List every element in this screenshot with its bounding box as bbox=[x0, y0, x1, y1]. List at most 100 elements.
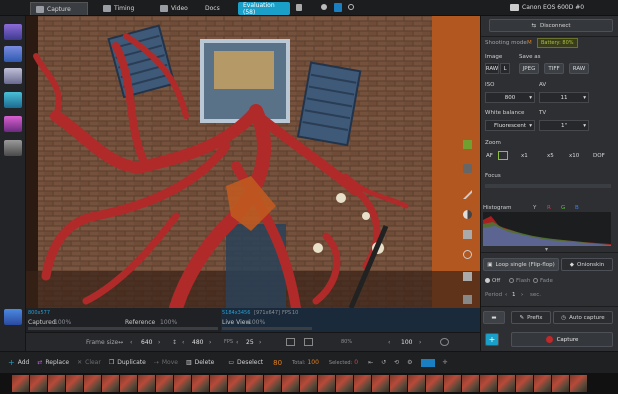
help-icon[interactable] bbox=[348, 4, 354, 10]
book-tool-icon[interactable] bbox=[4, 309, 22, 325]
film-thumbnail[interactable] bbox=[300, 375, 317, 392]
tab-capture[interactable]: Capture bbox=[30, 2, 88, 15]
film-thumbnail[interactable] bbox=[354, 375, 371, 392]
film-thumbnail[interactable] bbox=[102, 375, 119, 392]
hist-r-option[interactable]: R bbox=[547, 205, 551, 211]
chroma-tool-icon[interactable] bbox=[4, 116, 22, 132]
height-increase-icon[interactable]: › bbox=[209, 339, 211, 346]
trash-icon[interactable] bbox=[463, 295, 472, 304]
tab-video[interactable]: Video bbox=[155, 2, 203, 15]
contrast-icon[interactable] bbox=[463, 210, 472, 219]
loop-icon[interactable]: ⟲ bbox=[394, 359, 399, 366]
off-radio[interactable] bbox=[485, 278, 490, 283]
film-thumbnail[interactable] bbox=[336, 375, 353, 392]
bluetooth-icon[interactable] bbox=[334, 3, 342, 12]
film-thumbnail[interactable] bbox=[444, 375, 461, 392]
film-thumbnail[interactable] bbox=[516, 375, 533, 392]
film-thumbnail[interactable] bbox=[210, 375, 227, 392]
grid-icon[interactable] bbox=[463, 164, 472, 173]
zoom-value[interactable]: 100 bbox=[401, 339, 412, 346]
film-thumbnail[interactable] bbox=[264, 375, 281, 392]
save-raw-button[interactable]: RAW bbox=[569, 63, 589, 74]
white-balance-select[interactable]: Fluorescent ▾ bbox=[485, 120, 535, 131]
hist-y-option[interactable]: Y bbox=[533, 205, 536, 211]
film-thumbnail[interactable] bbox=[48, 375, 65, 392]
period-decrease-icon[interactable]: ‹ bbox=[505, 292, 507, 298]
height-decrease-icon[interactable]: ‹ bbox=[182, 339, 184, 346]
film-thumbnail[interactable] bbox=[84, 375, 101, 392]
film-thumbnail[interactable] bbox=[30, 375, 47, 392]
delete-button[interactable]: ▥ Delete bbox=[186, 359, 214, 366]
frame-height-value[interactable]: 480 bbox=[192, 339, 203, 346]
film-thumbnail[interactable] bbox=[498, 375, 515, 392]
film-thumbnail[interactable] bbox=[534, 375, 551, 392]
tv-select[interactable]: 1" ▾ bbox=[539, 120, 589, 131]
zoom-x1-button[interactable]: x1 bbox=[521, 153, 528, 159]
save-jpeg-button[interactable]: JPEG bbox=[519, 63, 539, 74]
width-decrease-icon[interactable]: ‹ bbox=[130, 339, 132, 346]
hist-g-option[interactable]: G bbox=[561, 205, 565, 211]
film-thumbnail[interactable] bbox=[246, 375, 263, 392]
film-thumbnail[interactable] bbox=[138, 375, 155, 392]
live-view-image[interactable] bbox=[26, 16, 480, 308]
frame-width-value[interactable]: 640 bbox=[141, 339, 152, 346]
levels-icon[interactable] bbox=[463, 230, 472, 239]
scissors-icon[interactable] bbox=[463, 272, 472, 281]
zoom-decrease-icon[interactable]: ‹ bbox=[388, 339, 390, 346]
zoom-frame-icon[interactable] bbox=[498, 151, 508, 160]
info-icon[interactable] bbox=[321, 4, 327, 10]
focus-slider[interactable] bbox=[485, 184, 611, 188]
rotate-tool-icon[interactable] bbox=[4, 68, 22, 84]
expand-icon[interactable]: ✛ bbox=[443, 359, 448, 366]
eye-icon[interactable] bbox=[440, 338, 449, 346]
hist-b-option[interactable]: B bbox=[575, 205, 579, 211]
timeline-view-icon[interactable] bbox=[420, 358, 435, 367]
width-increase-icon[interactable]: › bbox=[158, 339, 160, 346]
film-thumbnail[interactable] bbox=[120, 375, 137, 392]
import-tool-icon[interactable] bbox=[4, 24, 22, 40]
duplicate-button[interactable]: ❐ Duplicate bbox=[109, 359, 146, 366]
fps-increase-icon[interactable]: › bbox=[259, 339, 261, 346]
film-thumbnail[interactable] bbox=[192, 375, 209, 392]
rotate-icon[interactable] bbox=[463, 250, 472, 259]
film-thumbnail[interactable] bbox=[480, 375, 497, 392]
film-thumbnail[interactable] bbox=[66, 375, 83, 392]
play-range-icon[interactable]: ↺ bbox=[381, 359, 386, 366]
iso-select[interactable]: 800 ▾ bbox=[485, 92, 535, 103]
zoom-af-button[interactable]: AF bbox=[486, 153, 493, 159]
auto-capture-button[interactable]: ◷ Auto capture bbox=[553, 311, 613, 324]
fit-icon[interactable] bbox=[286, 338, 295, 346]
zoom-increase-icon[interactable]: › bbox=[419, 339, 421, 346]
prev-icon[interactable]: ⇤ bbox=[368, 359, 373, 366]
film-thumbnail[interactable] bbox=[372, 375, 389, 392]
pen-icon[interactable] bbox=[463, 190, 472, 199]
tab-docs[interactable]: Docs bbox=[200, 2, 238, 15]
fps-row-value[interactable]: 25 bbox=[246, 339, 254, 346]
clear-button[interactable]: ✕ Clear bbox=[77, 359, 101, 366]
film-thumbnail[interactable] bbox=[390, 375, 407, 392]
film-thumbnail[interactable] bbox=[156, 375, 173, 392]
film-thumbnail[interactable] bbox=[552, 375, 569, 392]
add-plus-button[interactable]: + bbox=[485, 333, 499, 346]
image-format-select[interactable]: RAW bbox=[485, 63, 499, 74]
flask-tool-icon[interactable] bbox=[4, 92, 22, 108]
film-thumbnail[interactable] bbox=[282, 375, 299, 392]
film-thumbnail[interactable] bbox=[228, 375, 245, 392]
period-increase-icon[interactable]: › bbox=[521, 292, 523, 298]
zoom-dof-button[interactable]: DOF bbox=[593, 153, 605, 159]
move-button[interactable]: ⇢ Move bbox=[154, 359, 178, 366]
av-select[interactable]: 11 ▾ bbox=[539, 92, 589, 103]
onion-tool-icon[interactable] bbox=[4, 46, 22, 62]
film-thumbnail[interactable] bbox=[408, 375, 425, 392]
image-size-select[interactable]: L bbox=[500, 63, 510, 74]
onionskin-button[interactable]: ◆ Onionskin bbox=[561, 258, 613, 271]
disconnect-button[interactable]: ⇆ Disconnect bbox=[489, 19, 613, 32]
fade-radio[interactable] bbox=[533, 278, 538, 283]
film-thumbnail[interactable] bbox=[12, 375, 29, 392]
film-thumbnail[interactable] bbox=[462, 375, 479, 392]
camera-capture-tab[interactable]: ▬ bbox=[483, 311, 505, 324]
film-thumbnail[interactable] bbox=[426, 375, 443, 392]
flash-radio[interactable] bbox=[509, 278, 514, 283]
add-button[interactable]: + Add bbox=[8, 358, 29, 367]
save-tiff-button[interactable]: TIFF bbox=[544, 63, 564, 74]
